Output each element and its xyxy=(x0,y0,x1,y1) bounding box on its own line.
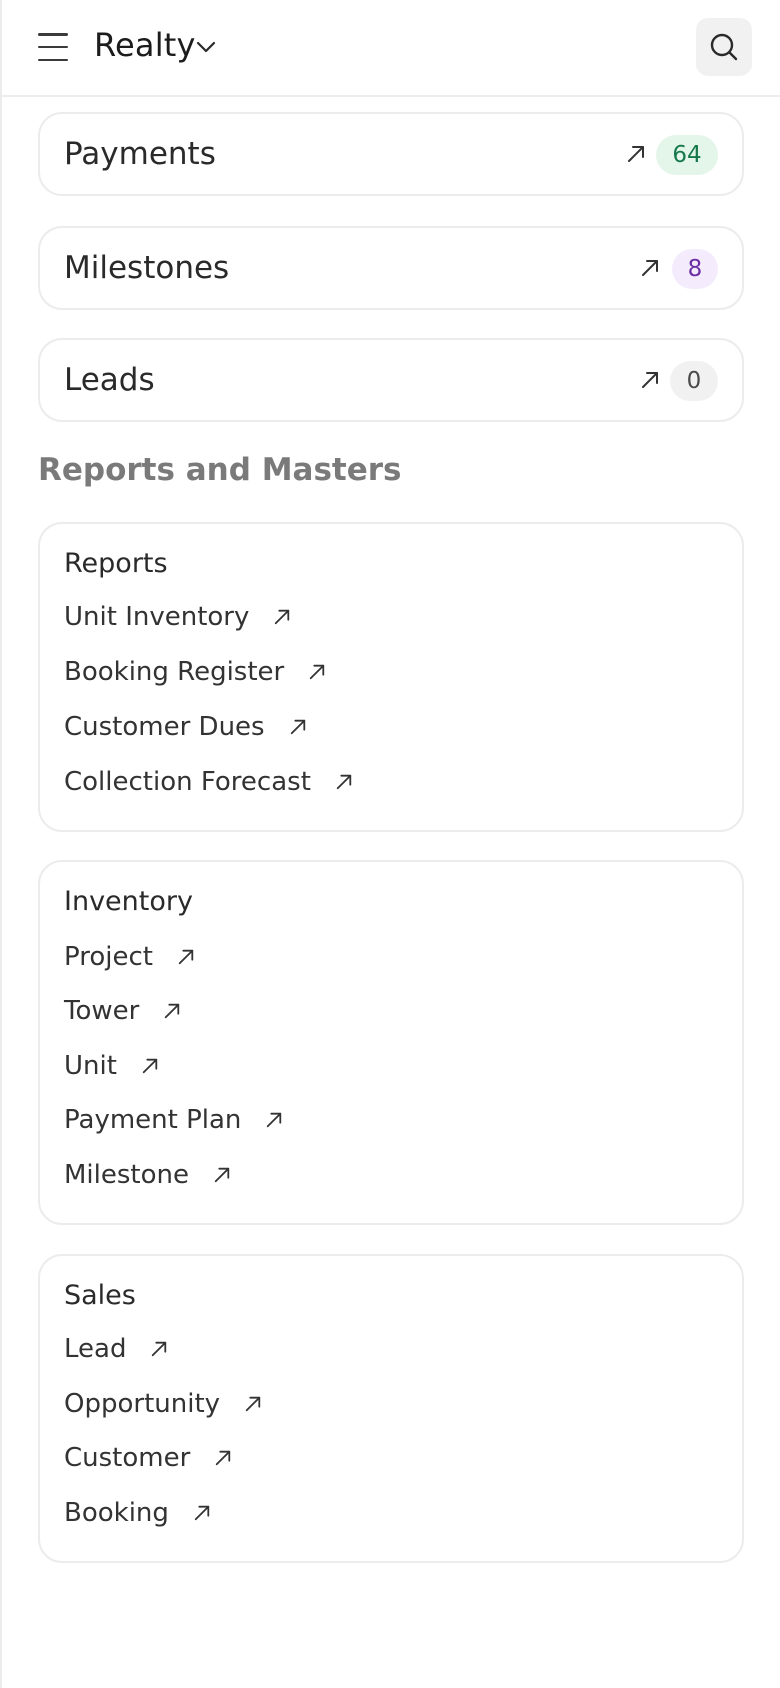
arrow-up-right-icon xyxy=(245,1396,261,1412)
arrow-up-right-icon xyxy=(152,1341,167,1357)
arrow-up-right-icon[interactable] xyxy=(640,258,660,278)
link-payment-plan[interactable]: Payment Plan xyxy=(64,1105,283,1135)
card-label: Milestones xyxy=(64,250,230,286)
link-label: Collection Forecast xyxy=(64,767,311,797)
count-badge: 64 xyxy=(656,135,718,175)
link-booking-register[interactable]: Booking Register xyxy=(64,657,326,687)
left-divider xyxy=(0,0,2,1688)
link-unit-inventory[interactable]: Unit Inventory xyxy=(64,602,291,632)
sales-card: Sales Lead Opportunity Customer Booking xyxy=(38,1254,744,1563)
milestones-card[interactable]: Milestones 8 xyxy=(38,226,744,310)
arrow-up-right-icon xyxy=(290,719,305,735)
link-collection-forecast[interactable]: Collection Forecast xyxy=(64,767,353,797)
arrow-up-right-icon xyxy=(142,1058,158,1074)
card-title: Inventory xyxy=(64,886,193,917)
payments-card[interactable]: Payments 64 xyxy=(38,112,744,196)
chevron-down-icon[interactable] xyxy=(194,38,218,56)
search-icon xyxy=(710,33,738,61)
link-lead[interactable]: Lead xyxy=(64,1334,168,1364)
link-customer-dues[interactable]: Customer Dues xyxy=(64,712,307,742)
count-badge: 0 xyxy=(670,361,718,401)
arrow-up-right-icon[interactable] xyxy=(626,144,646,164)
search-button[interactable] xyxy=(696,18,752,76)
link-label: Payment Plan xyxy=(64,1105,242,1135)
card-title: Sales xyxy=(64,1280,136,1311)
link-label: Customer Dues xyxy=(64,712,265,742)
arrow-up-right-icon xyxy=(275,609,290,625)
link-label: Booking xyxy=(64,1498,169,1528)
hamburger-menu-icon[interactable] xyxy=(38,33,68,61)
link-label: Project xyxy=(64,942,153,972)
link-unit[interactable]: Unit xyxy=(64,1051,159,1081)
top-bar: Realty xyxy=(2,0,780,97)
arrow-up-right-icon xyxy=(178,949,194,965)
link-label: Lead xyxy=(64,1334,127,1364)
link-tower[interactable]: Tower xyxy=(64,996,181,1026)
arrow-up-right-icon xyxy=(194,1505,210,1521)
link-milestone[interactable]: Milestone xyxy=(64,1160,231,1190)
count-badge: 8 xyxy=(672,249,718,289)
leads-card[interactable]: Leads 0 xyxy=(38,338,744,422)
link-label: Unit Inventory xyxy=(64,602,250,632)
link-booking[interactable]: Booking xyxy=(64,1498,211,1528)
link-label: Tower xyxy=(64,996,140,1026)
link-customer[interactable]: Customer xyxy=(64,1443,232,1473)
arrow-up-right-icon xyxy=(214,1167,230,1183)
link-project[interactable]: Project xyxy=(64,942,195,972)
arrow-up-right-icon xyxy=(336,774,352,790)
card-title: Reports xyxy=(64,548,168,579)
card-label: Payments xyxy=(64,136,216,172)
link-opportunity[interactable]: Opportunity xyxy=(64,1389,262,1419)
section-title: Reports and Masters xyxy=(38,452,402,488)
link-label: Opportunity xyxy=(64,1389,221,1419)
arrow-up-right-icon xyxy=(216,1450,231,1466)
arrow-up-right-icon xyxy=(165,1003,180,1019)
link-label: Unit xyxy=(64,1051,117,1081)
link-label: Customer xyxy=(64,1443,191,1473)
card-label: Leads xyxy=(64,362,155,398)
reports-card: Reports Unit Inventory Booking Register … xyxy=(38,522,744,832)
arrow-up-right-icon[interactable] xyxy=(640,370,660,390)
inventory-card: Inventory Project Tower Unit Payment Pla… xyxy=(38,860,744,1225)
link-label: Booking Register xyxy=(64,657,285,687)
arrow-up-right-icon xyxy=(310,664,325,680)
arrow-up-right-icon xyxy=(267,1112,282,1128)
link-label: Milestone xyxy=(64,1160,189,1190)
app-title[interactable]: Realty xyxy=(94,26,196,64)
